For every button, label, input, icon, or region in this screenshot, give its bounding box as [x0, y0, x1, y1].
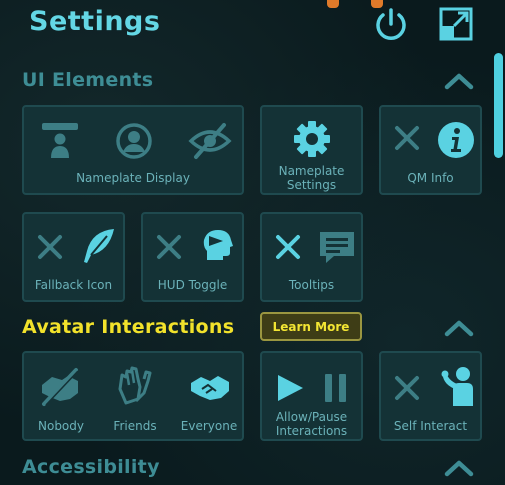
nobody-option[interactable]: Nobody	[24, 419, 98, 433]
chevron-up-icon	[444, 73, 474, 90]
pause-icon	[325, 374, 346, 402]
close-icon	[157, 235, 181, 259]
interaction-permission-card[interactable]: Nobody Friends Everyone	[22, 351, 244, 441]
nameplate-display-label: Nameplate Display	[76, 171, 190, 185]
everyone-option[interactable]: Everyone	[172, 419, 246, 433]
scrollbar-thumb[interactable]	[494, 53, 503, 158]
hud-toggle-label: HUD Toggle	[157, 278, 228, 292]
close-icon	[395, 376, 419, 400]
no-handshake-icon	[42, 368, 79, 406]
power-icon	[376, 8, 406, 40]
collapse-avatar-interactions-button[interactable]	[443, 317, 475, 339]
qm-info-card[interactable]: QM Info	[379, 105, 482, 195]
fallback-icon-card[interactable]: Fallback Icon	[22, 212, 125, 302]
section-title-avatar-interactions: Avatar Interactions	[22, 316, 235, 338]
collapse-accessibility-button[interactable]	[443, 457, 475, 479]
close-icon	[395, 126, 419, 150]
self-interact-icon	[441, 367, 473, 406]
expand-button[interactable]	[437, 4, 477, 44]
nameplate-settings-label: Nameplate Settings	[278, 164, 345, 192]
learn-more-button[interactable]: Learn More	[260, 312, 362, 341]
head-vr-icon	[203, 230, 233, 260]
info-icon	[438, 122, 474, 158]
self-interact-label: Self Interact	[393, 419, 468, 433]
friends-option[interactable]: Friends	[98, 419, 172, 433]
self-interact-card[interactable]: Self Interact	[379, 351, 482, 441]
collapse-ui-elements-button[interactable]	[443, 70, 475, 92]
section-title-ui-elements: UI Elements	[22, 69, 154, 91]
message-icon	[320, 232, 354, 263]
clapping-hands-icon	[118, 366, 152, 405]
chevron-up-icon	[444, 320, 474, 337]
hud-toggle-card[interactable]: HUD Toggle	[141, 212, 244, 302]
chevron-up-icon	[444, 460, 474, 477]
nameplate-icon	[42, 123, 78, 158]
feather-icon	[84, 229, 114, 263]
nameplate-settings-card[interactable]: Nameplate Settings	[260, 105, 363, 195]
nameplate-display-card[interactable]: Nameplate Display	[22, 105, 244, 195]
gear-icon	[294, 121, 330, 157]
decorative-sprite	[327, 0, 339, 8]
play-icon	[278, 375, 303, 401]
close-icon	[276, 235, 300, 259]
tooltips-label: Tooltips	[288, 278, 335, 292]
eye-slash-icon	[188, 123, 232, 159]
close-icon	[38, 235, 62, 259]
allow-pause-interactions-label: Allow/Pause Interactions	[275, 410, 348, 438]
section-title-accessibility: Accessibility	[22, 456, 160, 478]
page-title: Settings	[29, 6, 161, 37]
user-profile-icon	[116, 123, 152, 159]
tooltips-card[interactable]: Tooltips	[260, 212, 363, 302]
handshake-icon	[191, 376, 229, 400]
qm-info-label: QM Info	[407, 171, 454, 185]
fallback-icon-label: Fallback Icon	[34, 278, 113, 292]
allow-pause-interactions-card[interactable]: Allow/Pause Interactions	[260, 351, 363, 441]
power-button[interactable]	[371, 4, 411, 44]
expand-icon	[439, 7, 473, 41]
